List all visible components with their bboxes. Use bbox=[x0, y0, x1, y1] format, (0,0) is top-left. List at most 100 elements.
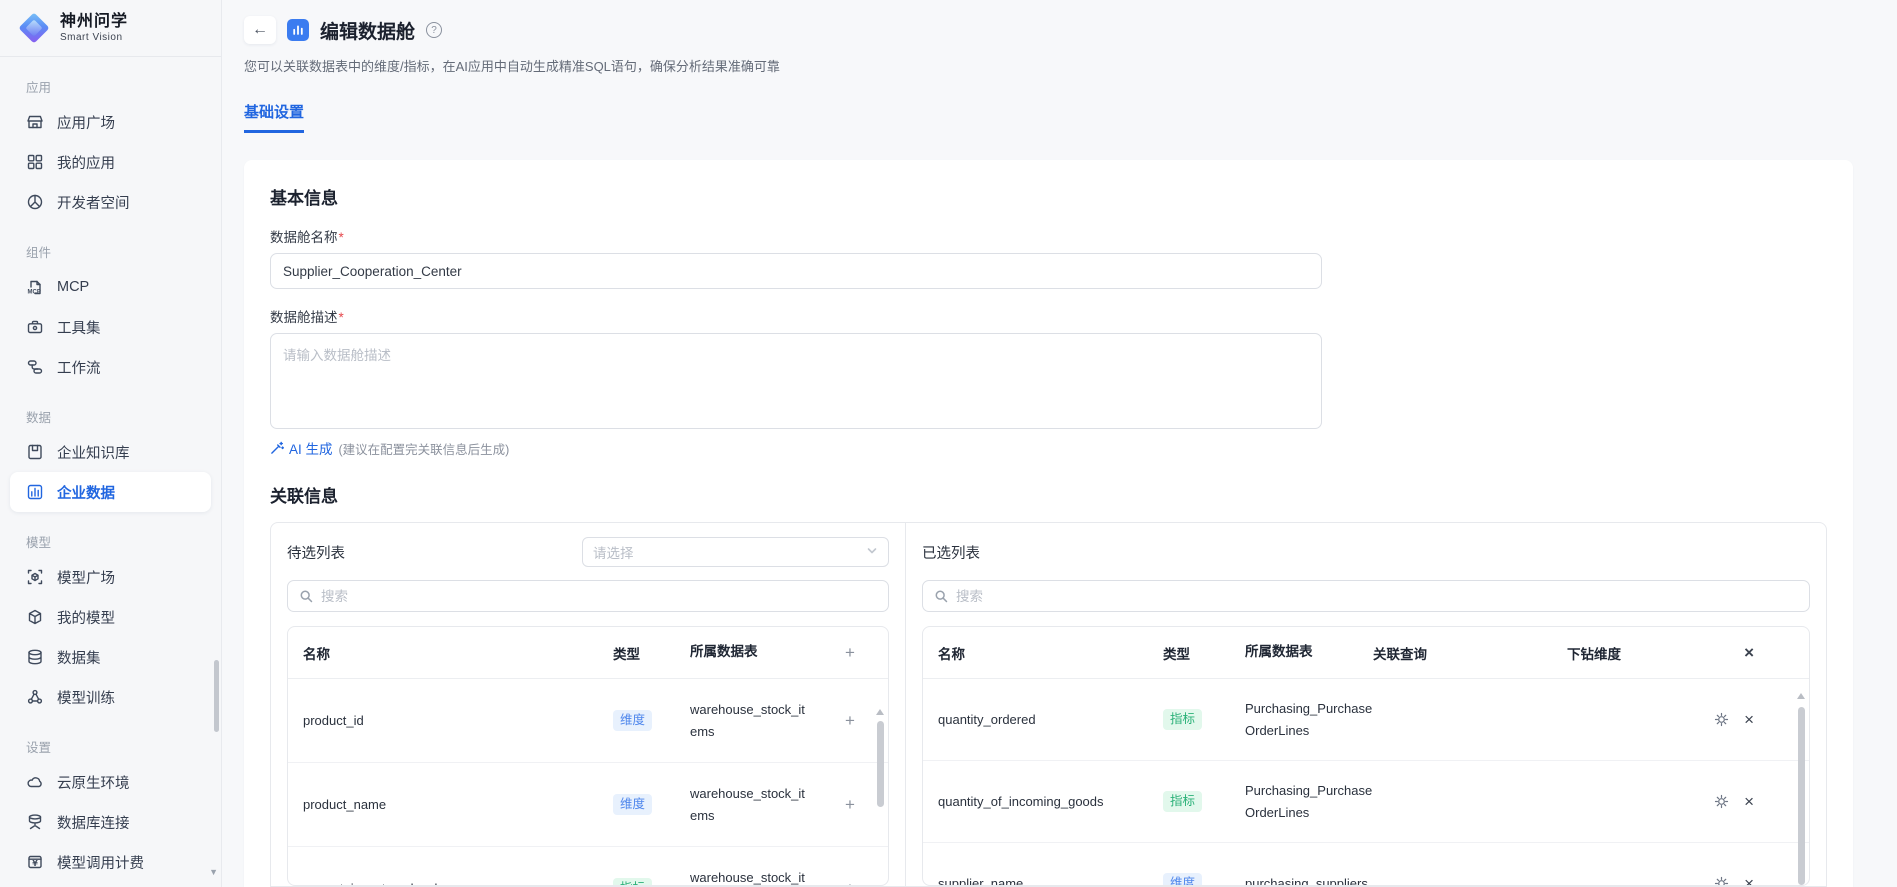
settings-card: 基本信息 数据舱名称* 数据舱描述* AI 生成 (建议在配置完关联信息后生成)… bbox=[244, 160, 1853, 887]
tab-bar: 基础设置 bbox=[244, 101, 1875, 133]
divider bbox=[0, 56, 221, 57]
type-badge: 维度 bbox=[613, 710, 652, 731]
table-select[interactable]: 请选择 bbox=[582, 537, 889, 567]
candidate-search[interactable] bbox=[287, 580, 889, 612]
sidebar-item-label: 数据集 bbox=[57, 647, 101, 668]
data-cabin-icon bbox=[287, 19, 309, 41]
selected-search-input[interactable] bbox=[956, 589, 1798, 604]
mcp-file-icon: MCP bbox=[26, 278, 44, 296]
settings-gear-icon[interactable] bbox=[1714, 794, 1729, 809]
sidebar-group-model: 模型 bbox=[0, 526, 221, 557]
sidebar-item-mcp[interactable]: MCP MCP bbox=[10, 267, 211, 307]
sidebar-item-label: 企业数据 bbox=[57, 482, 115, 503]
type-badge: 维度 bbox=[1163, 873, 1202, 886]
col-table: 所属数据表 bbox=[1245, 641, 1373, 663]
logo-title: 神州问学 bbox=[60, 13, 128, 31]
select-placeholder: 请选择 bbox=[593, 542, 634, 562]
page-title: 编辑数据舱 bbox=[320, 17, 415, 44]
required-asterisk: * bbox=[339, 230, 344, 245]
svg-text:MCP: MCP bbox=[28, 290, 41, 296]
app-logo: 神州问学 Smart Vision bbox=[0, 0, 221, 56]
desc-field-label: 数据舱描述* bbox=[270, 306, 1827, 326]
sidebar-item-enterprise-data[interactable]: 企业数据 bbox=[10, 472, 211, 512]
settings-gear-icon[interactable] bbox=[1714, 712, 1729, 727]
col-type: 类型 bbox=[1163, 643, 1245, 663]
scroll-up-icon[interactable] bbox=[1797, 693, 1805, 699]
back-button[interactable]: ← bbox=[244, 16, 276, 44]
sidebar-item-label: 云原生环境 bbox=[57, 772, 130, 793]
sidebar-group-components: 组件 bbox=[0, 236, 221, 267]
magic-wand-icon bbox=[270, 441, 284, 455]
sidebar-item-label: 数据库连接 bbox=[57, 812, 130, 833]
remove-icon[interactable]: × bbox=[1744, 793, 1754, 810]
main-content: ← 编辑数据舱 ? 您可以关联数据表中的维度/指标，在AI应用中自动生成精准SQ… bbox=[222, 0, 1897, 887]
sidebar-item-label: 模型调用计费 bbox=[57, 852, 144, 873]
candidate-table: 名称 类型 所属数据表 + product_id 维度 warehouse_st… bbox=[287, 626, 889, 886]
wheel-icon bbox=[26, 193, 44, 211]
sidebar-item-model-billing[interactable]: ¥ 模型调用计费 bbox=[10, 842, 211, 882]
sidebar-item-my-models[interactable]: 我的模型 bbox=[10, 597, 211, 637]
knowledge-base-icon bbox=[26, 443, 44, 461]
scroll-up-icon[interactable] bbox=[876, 709, 884, 715]
clear-all-icon[interactable]: × bbox=[1744, 644, 1754, 661]
field-name: current_inventory_level bbox=[303, 881, 613, 886]
type-badge: 指标 bbox=[613, 878, 652, 886]
model-plaza-icon bbox=[26, 568, 44, 586]
sidebar-item-app-plaza[interactable]: 应用广场 bbox=[10, 102, 211, 142]
sidebar-item-database-connection[interactable]: 数据库连接 bbox=[10, 802, 211, 842]
sidebar-item-label: 我的应用 bbox=[57, 152, 115, 173]
candidate-search-input[interactable] bbox=[321, 589, 877, 604]
search-icon bbox=[299, 589, 313, 603]
sidebar: 神州问学 Smart Vision 应用 应用广场 我的应用 开发者空间 组件 … bbox=[0, 0, 222, 887]
cabin-desc-textarea[interactable] bbox=[270, 333, 1322, 429]
sidebar-item-knowledge-base[interactable]: 企业知识库 bbox=[10, 432, 211, 472]
cabin-name-input[interactable] bbox=[270, 253, 1322, 289]
scroll-down-icon[interactable]: ▼ bbox=[209, 867, 218, 877]
sidebar-item-model-plaza[interactable]: 模型广场 bbox=[10, 557, 211, 597]
page-subtitle: 您可以关联数据表中的维度/指标，在AI应用中自动生成精准SQL语句，确保分析结果… bbox=[244, 56, 1875, 75]
sidebar-item-label: 应用广场 bbox=[57, 112, 115, 133]
sidebar-item-label: 模型训练 bbox=[57, 687, 115, 708]
field-table: warehouse_stock_items bbox=[690, 783, 808, 826]
sidebar-item-label: 我的模型 bbox=[57, 607, 115, 628]
sidebar-item-toolset[interactable]: 工具集 bbox=[10, 307, 211, 347]
search-icon bbox=[934, 589, 948, 603]
remove-icon[interactable]: × bbox=[1744, 711, 1754, 728]
field-name: product_id bbox=[303, 713, 613, 728]
help-icon[interactable]: ? bbox=[426, 22, 442, 38]
type-badge: 指标 bbox=[1163, 709, 1202, 730]
sidebar-item-developer-space[interactable]: 开发者空间 bbox=[10, 182, 211, 222]
sidebar-item-workflow[interactable]: 工作流 bbox=[10, 347, 211, 387]
sidebar-item-datasets[interactable]: 数据集 bbox=[10, 637, 211, 677]
selected-table: 名称 类型 所属数据表 关联查询 下钻维度 × quantity_ordered… bbox=[922, 626, 1810, 886]
database-icon bbox=[26, 648, 44, 666]
candidate-panel: 待选列表 请选择 名称 类型 所属数据表 + bbox=[271, 523, 906, 886]
selected-search[interactable] bbox=[922, 580, 1810, 612]
col-drilldown: 下钻维度 bbox=[1567, 643, 1702, 663]
sidebar-group-settings: 设置 bbox=[0, 731, 221, 762]
add-icon[interactable]: + bbox=[845, 879, 855, 887]
tab-basic-settings[interactable]: 基础设置 bbox=[244, 101, 304, 133]
col-type: 类型 bbox=[613, 643, 690, 663]
sidebar-item-my-apps[interactable]: 我的应用 bbox=[10, 142, 211, 182]
table-row: product_id 维度 warehouse_stock_items + bbox=[288, 679, 888, 763]
type-badge: 指标 bbox=[1163, 791, 1202, 812]
remove-icon[interactable]: × bbox=[1744, 875, 1754, 886]
field-table: Purchasing_PurchaseOrderLines bbox=[1245, 780, 1373, 823]
add-icon[interactable]: + bbox=[845, 711, 855, 730]
sidebar-item-model-training[interactable]: 模型训练 bbox=[10, 677, 211, 717]
table-scrollbar[interactable] bbox=[877, 721, 884, 807]
sidebar-item-label: 工具集 bbox=[57, 317, 101, 338]
field-table: purchasing_suppliers bbox=[1245, 873, 1373, 886]
storefront-icon bbox=[26, 113, 44, 131]
field-table: warehouse_stock_items bbox=[690, 699, 808, 742]
ai-generate-button[interactable]: AI 生成 bbox=[270, 438, 333, 458]
logo-diamond-icon bbox=[18, 12, 50, 44]
settings-gear-icon[interactable] bbox=[1714, 876, 1729, 886]
col-table: 所属数据表 bbox=[690, 641, 808, 663]
add-all-icon[interactable]: + bbox=[845, 643, 855, 662]
add-icon[interactable]: + bbox=[845, 795, 855, 814]
sidebar-scrollbar[interactable] bbox=[214, 660, 219, 732]
sidebar-item-cloud-native[interactable]: 云原生环境 bbox=[10, 762, 211, 802]
table-scrollbar[interactable] bbox=[1798, 707, 1805, 885]
